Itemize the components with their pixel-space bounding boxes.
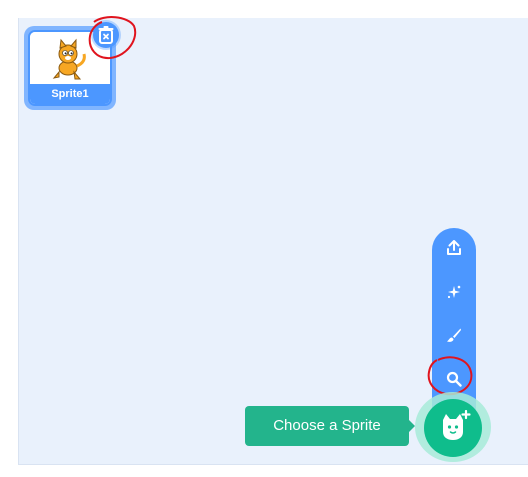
paint-sprite-button[interactable] (440, 321, 468, 349)
search-icon (446, 371, 462, 387)
delete-sprite-button[interactable] (93, 22, 119, 48)
paintbrush-icon (447, 328, 461, 342)
upload-sprite-button[interactable] (440, 234, 468, 262)
surprise-sparkle-icon (447, 285, 461, 299)
cat-plus-icon (443, 410, 471, 440)
trash-icon (98, 26, 114, 44)
sprite-editor-stage: Sprite1 Choose a Sprite (0, 0, 528, 477)
choose-sprite-search-button[interactable] (440, 365, 468, 393)
upload-icon (447, 240, 461, 255)
choose-sprite-tooltip: Choose a Sprite (245, 406, 409, 446)
surprise-sprite-button[interactable] (440, 278, 468, 306)
sprite-name-label: Sprite1 (30, 84, 110, 104)
cat-sprite-icon (52, 38, 86, 80)
choose-sprite-button[interactable] (424, 399, 482, 457)
